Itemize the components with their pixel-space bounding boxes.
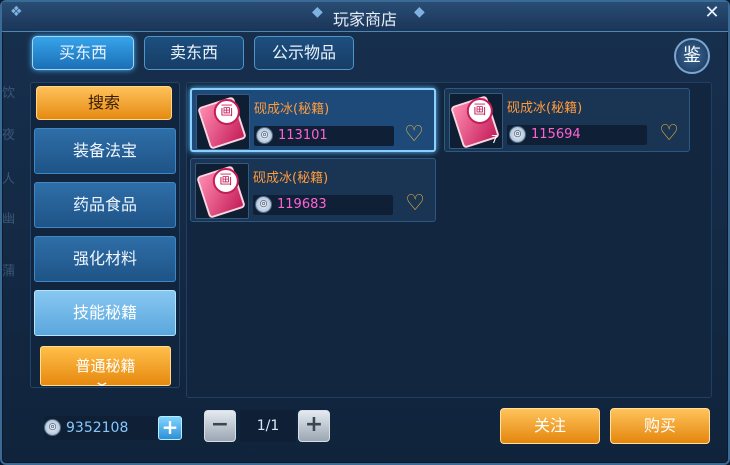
tab-sell[interactable]: 卖东西 (144, 36, 244, 70)
item-icon-slot: 画 7 (449, 93, 503, 149)
item-card[interactable]: 画 7 砚成冰(秘籍) ◎ 115694 ♡ (444, 88, 690, 152)
price-bar: ◎ 115694 (507, 125, 647, 145)
item-price: 113101 (278, 128, 328, 143)
next-page-button[interactable]: + (298, 410, 330, 442)
book-icon: 画 (196, 165, 246, 218)
book-icon: 画 (197, 96, 247, 149)
price-bar: ◎ 119683 (253, 195, 393, 215)
item-card[interactable]: 画 砚成冰(秘籍) ◎ 119683 ♡ (190, 158, 436, 222)
background-text-fragment: 人 (2, 172, 16, 187)
title-ornament-icon: ◆ (414, 4, 425, 20)
prev-page-button[interactable]: − (204, 410, 236, 442)
book-stamp: 画 (213, 98, 240, 125)
item-name: 砚成冰(秘籍) (253, 171, 329, 186)
category-medicine-food[interactable]: 药品食品 (34, 182, 176, 228)
item-icon-slot: 画 (195, 163, 249, 219)
player-shop-window: ❖ 玩家商店 ◆ ◆ ✕ 饮 夜 人 幽 蒲 买东西 卖东西 公示物品 鉴 搜索… (0, 0, 730, 465)
background-text-fragment: 蒲 (2, 264, 16, 279)
chevron-down-icon[interactable]: ⌄ (92, 374, 111, 390)
close-icon[interactable]: ✕ (700, 2, 724, 26)
item-name: 砚成冰(秘籍) (507, 101, 583, 116)
item-quantity: 7 (491, 133, 498, 146)
currency-display: ◎ 9352108 (44, 416, 158, 440)
background-text-fragment: 夜 (2, 128, 16, 143)
category-skill-books[interactable]: 技能秘籍 (34, 290, 176, 336)
coin-icon: ◎ (44, 419, 61, 436)
favorite-heart-icon[interactable]: ♡ (659, 123, 679, 145)
coin-icon: ◎ (256, 127, 273, 144)
price-bar: ◎ 113101 (254, 126, 394, 146)
item-icon-slot: 画 (196, 94, 250, 150)
coin-icon: ◎ (255, 196, 272, 213)
identify-button[interactable]: 鉴 (674, 38, 710, 74)
item-price: 119683 (277, 197, 327, 212)
buy-button[interactable]: 购买 (610, 408, 710, 444)
favorite-heart-icon[interactable]: ♡ (405, 193, 425, 215)
currency-amount: 9352108 (66, 420, 129, 436)
search-button[interactable]: 搜索 (36, 86, 172, 120)
follow-button[interactable]: 关注 (500, 408, 600, 444)
category-equipment[interactable]: 装备法宝 (34, 128, 176, 174)
item-name: 砚成冰(秘籍) (254, 102, 330, 117)
book-stamp: 画 (466, 97, 493, 124)
background-text-fragment: 幽 (2, 212, 16, 227)
book-stamp: 画 (212, 167, 239, 194)
tab-buy[interactable]: 买东西 (32, 36, 134, 70)
favorite-heart-icon[interactable]: ♡ (404, 124, 424, 146)
tab-public-items[interactable]: 公示物品 (254, 36, 354, 70)
item-card[interactable]: 画 砚成冰(秘籍) ◎ 113101 ♡ (190, 88, 436, 152)
coin-icon: ◎ (509, 126, 526, 143)
add-currency-button[interactable]: + (158, 416, 182, 440)
item-price: 115694 (531, 127, 581, 142)
title-bar: ❖ 玩家商店 ◆ ◆ ✕ (2, 2, 728, 32)
title-ornament-icon: ◆ (312, 4, 323, 20)
window-title: 玩家商店 (332, 10, 397, 29)
page-indicator: 1/1 (240, 410, 296, 442)
category-enhance-materials[interactable]: 强化材料 (34, 236, 176, 282)
background-text-fragment: 饮 (2, 86, 16, 101)
